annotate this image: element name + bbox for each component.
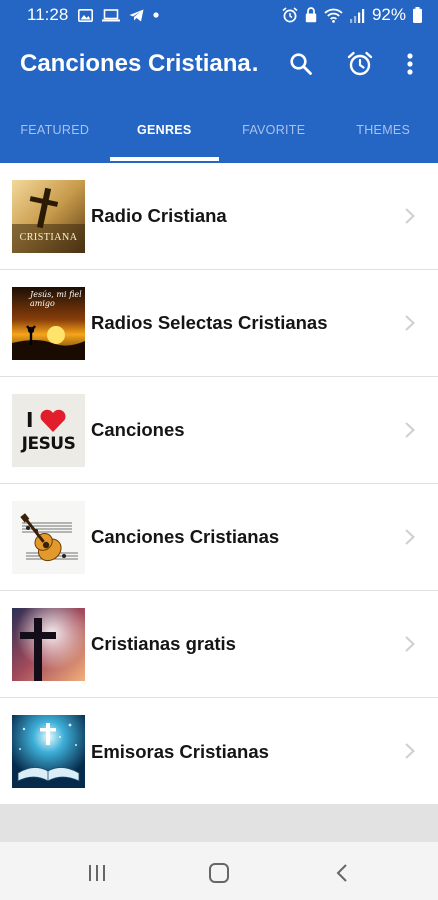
chevron-right-icon [404,635,416,653]
tab-bar: FEATURED GENRES FAVORITE THEMES [0,108,438,163]
app-title: Canciones Cristiana… [20,50,260,77]
thumbnail-guitar [12,501,85,574]
battery-percent: 92% [371,5,406,24]
battery-icon [413,7,422,23]
tab-themes[interactable]: THEMES [329,108,438,152]
back-button[interactable] [322,856,362,890]
tab-indicator [110,157,219,161]
thumbnail-caption-jesus: JESUS [21,434,76,454]
alarm-icon [282,7,298,23]
thumbnail-caption-i: I [26,408,34,432]
recent-apps-icon [87,864,107,882]
list-item-label: Radios Selectas Cristianas [91,312,328,333]
list-item-label: Canciones [91,419,185,440]
tab-genres[interactable]: GENRES [110,108,220,152]
status-bar: 11:28 92% [0,0,438,30]
wifi-icon [324,8,343,23]
genre-list: CRISTIANA Radio Cristiana Jesús, mi fiel… [0,163,438,804]
chevron-right-icon [404,742,416,760]
list-item-label: Canciones Cristianas [91,526,280,547]
list-item-radios-selectas[interactable]: Jesús, mi fiel amigo Radios Selectas Cri… [0,270,438,377]
tab-favorite[interactable]: FAVORITE [219,108,329,152]
thumbnail-cross-cristiana: CRISTIANA [12,180,85,253]
app-bar: 11:28 92% Canciones Cristiana… FEATURED … [0,0,438,163]
thumbnail-sunset-worship: Jesús, mi fiel amigo [12,287,85,360]
laptop-icon [102,8,121,22]
list-item-emisoras-cristianas[interactable]: Emisoras Cristianas [0,698,438,805]
home-button[interactable] [199,856,239,890]
thumbnail-i-love-jesus: I JESUS [12,394,85,467]
status-time: 11:28 [27,5,69,24]
thumbnail-caption: CRISTIANA [19,232,78,243]
list-item-label: Cristianas gratis [91,633,236,654]
search-icon [289,52,313,76]
list-item-canciones[interactable]: I JESUS Canciones [0,377,438,484]
alarm-icon [347,51,373,77]
thumbnail-bible-light [12,715,85,788]
chevron-right-icon [404,207,416,225]
thumbnail-caption: Jesús, mi fiel amigo [30,290,82,308]
chevron-right-icon [404,528,416,546]
list-item-label: Emisoras Cristianas [91,740,269,762]
dot-icon [153,12,159,18]
alarm-button[interactable] [342,46,378,82]
thumbnail-cross-light [12,608,85,681]
signal-icon [349,8,365,23]
list-item-cristianas-gratis[interactable]: Cristianas gratis [0,591,438,698]
lock-icon [305,7,317,23]
recent-apps-button[interactable] [77,856,117,890]
toolbar: Canciones Cristiana… [0,38,438,90]
list-item-canciones-cristianas[interactable]: Canciones Cristianas [0,484,438,591]
tab-featured[interactable]: FEATURED [0,108,110,152]
chevron-right-icon [404,314,416,332]
chevron-right-icon [404,421,416,439]
telegram-icon [129,9,144,22]
back-icon [335,863,349,883]
more-vert-icon [406,52,414,76]
home-icon [208,862,230,884]
list-item-label: Radio Cristiana [91,205,227,226]
system-nav-bar [0,842,438,900]
search-button[interactable] [283,46,319,82]
list-item-radio-cristiana[interactable]: CRISTIANA Radio Cristiana [0,163,438,270]
more-options-button[interactable] [392,46,428,82]
image-icon [78,8,94,22]
